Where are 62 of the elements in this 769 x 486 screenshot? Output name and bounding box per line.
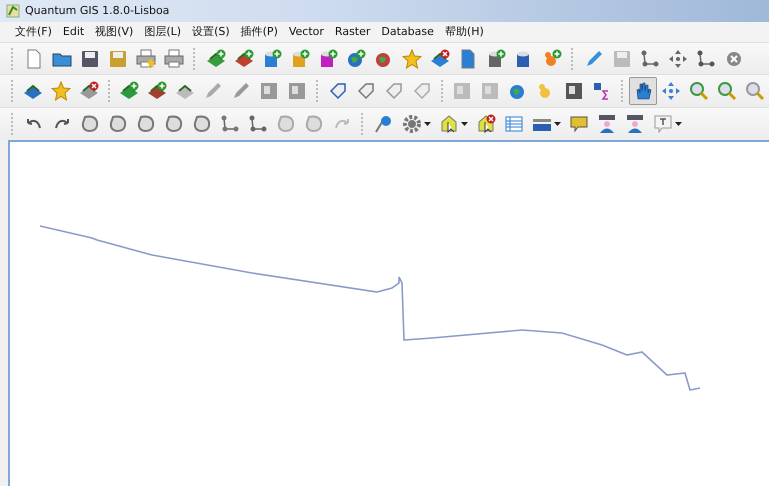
printer-icon (164, 48, 184, 69)
move-icon (668, 48, 688, 69)
app-logo-icon (6, 4, 20, 18)
nodes-icon (640, 48, 660, 69)
menu-item[interactable]: Raster (334, 25, 370, 38)
gear-icon (402, 114, 422, 134)
shape-icon (80, 114, 100, 134)
shape-icon (276, 114, 296, 134)
toolbar-button[interactable] (628, 77, 657, 106)
menu-item[interactable]: 视图(V) (95, 24, 134, 40)
layer-icon (78, 81, 99, 102)
tag-icon (384, 81, 404, 102)
database-icon (290, 48, 310, 69)
zoom-icon (744, 81, 765, 102)
table-icon (504, 114, 524, 134)
tag-icon (412, 81, 432, 102)
speech-bubble-icon (569, 114, 589, 134)
layer-icon (119, 81, 140, 102)
pencil-icon (584, 48, 604, 69)
layer-icon (147, 81, 168, 102)
nodes-icon (220, 114, 240, 134)
layer-icon (206, 48, 226, 69)
nodes-icon (696, 48, 716, 69)
shape-icon (108, 114, 128, 134)
shape-icon (136, 114, 156, 134)
cursor-icon (439, 114, 459, 134)
menu-item[interactable]: 文件(F) (15, 24, 52, 40)
tag-icon (356, 81, 376, 102)
cursor-icon (476, 114, 496, 134)
shape-icon (304, 114, 324, 134)
caret-icon (461, 122, 468, 126)
caret-icon (675, 122, 682, 126)
tag-icon (328, 81, 348, 102)
nodes-icon (248, 114, 268, 134)
database-icon (486, 48, 506, 69)
menu-item[interactable]: 插件(P) (240, 24, 278, 40)
database-icon (262, 48, 282, 69)
menu-item[interactable]: Edit (62, 25, 84, 38)
layer-icon (430, 48, 450, 69)
menu-item[interactable]: 设置(S) (192, 24, 230, 40)
menu-item[interactable]: 图层(L) (144, 24, 182, 40)
menu-item[interactable]: 帮助(H) (444, 24, 484, 40)
menu-item[interactable]: Database (381, 25, 434, 38)
zoom-icon (688, 81, 709, 102)
layer-icon (234, 48, 254, 69)
caret-icon (554, 122, 561, 126)
star-icon (50, 81, 71, 102)
text-icon (653, 114, 673, 134)
shape-icon (192, 114, 212, 134)
menu-item[interactable]: Vector (288, 25, 324, 38)
dot-icon (542, 48, 562, 69)
star-icon (402, 48, 422, 69)
move-icon (660, 81, 681, 102)
globe-icon (346, 48, 366, 69)
person-icon (597, 114, 617, 134)
printer-icon (136, 48, 156, 69)
zoom-icon (716, 81, 737, 102)
window-title: Quantum GIS 1.8.0-Lisboa (25, 4, 170, 18)
caret-icon (424, 122, 431, 126)
database-icon (318, 48, 338, 69)
shape-icon (164, 114, 184, 134)
person-icon (625, 114, 645, 134)
